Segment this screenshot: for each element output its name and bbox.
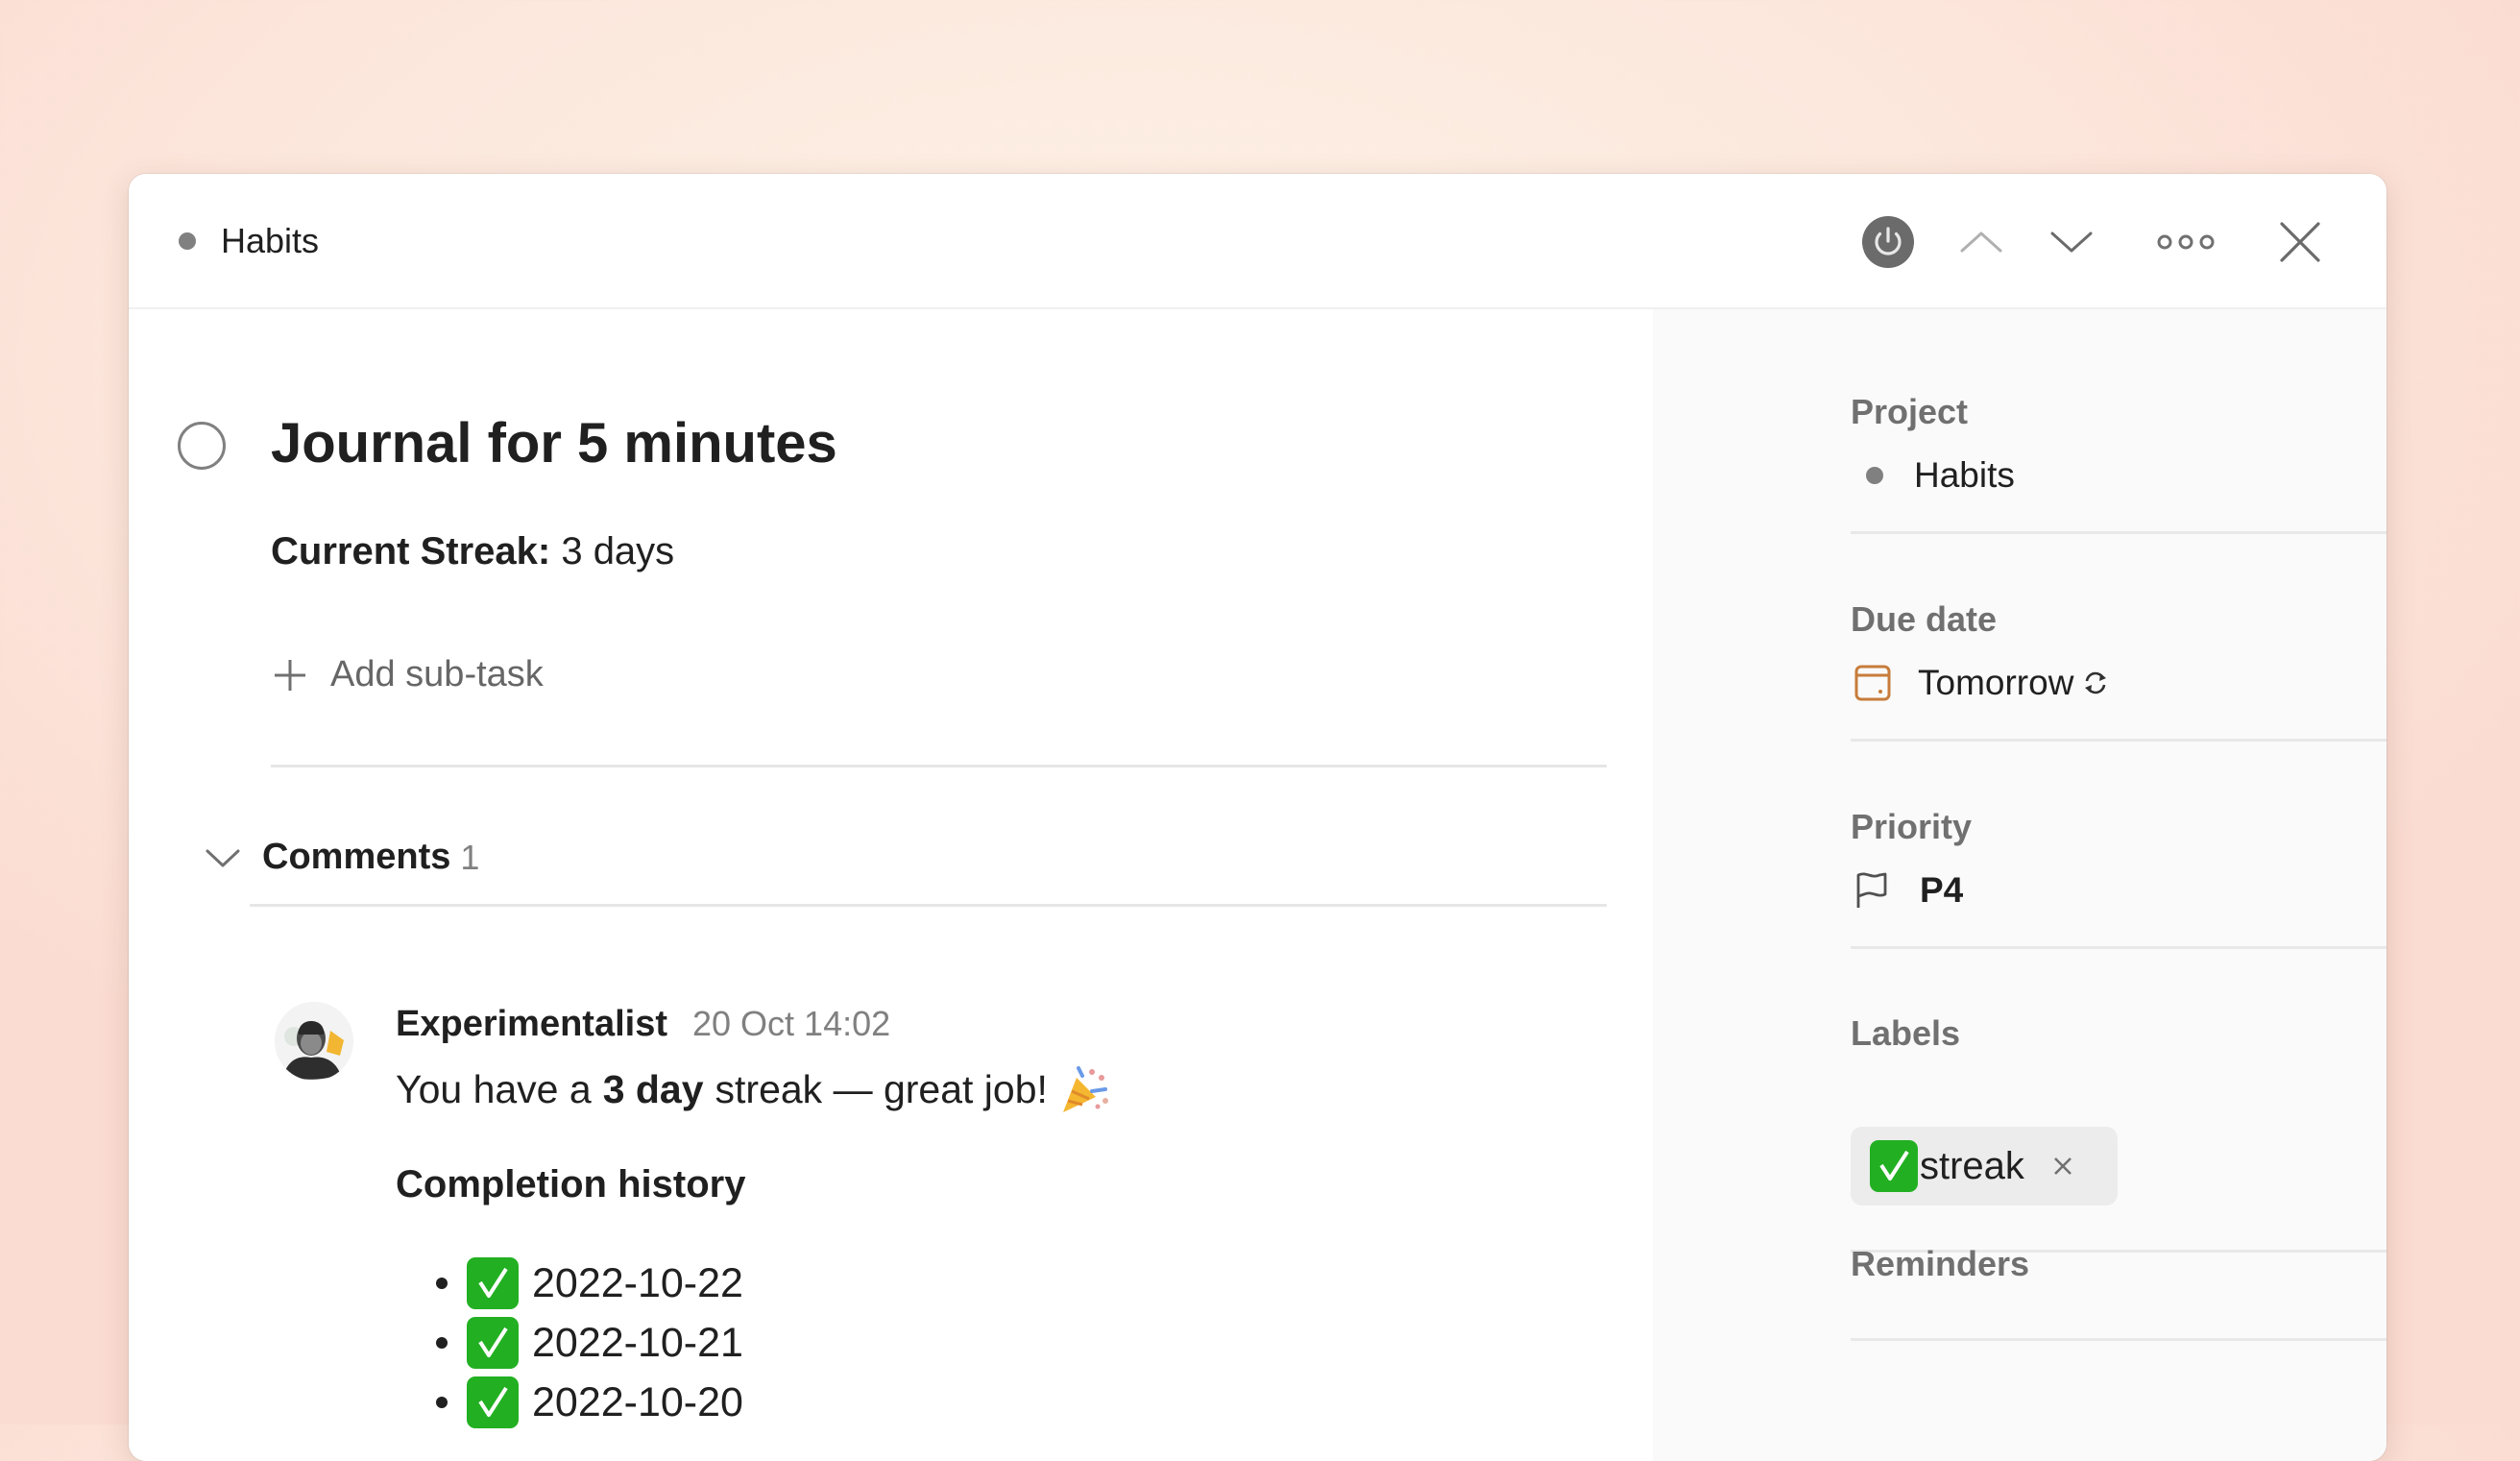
- project-dot-icon: [1866, 467, 1883, 484]
- check-mark-button-icon: [467, 1376, 519, 1428]
- more-actions-button[interactable]: [2156, 212, 2216, 272]
- divider: [1851, 531, 2387, 534]
- more-icon: [2157, 234, 2215, 250]
- comment-text: You have a 3 day streak — great job!: [396, 1062, 1111, 1116]
- previous-task-button[interactable]: [1951, 212, 2011, 272]
- divider: [1851, 739, 2387, 742]
- comment-text-post: streak — great job!: [715, 1066, 1048, 1111]
- comment-timestamp: 20 Oct 14:02: [692, 1004, 891, 1043]
- comment-text-bold: 3 day: [602, 1066, 704, 1111]
- check-mark-button-icon: [467, 1257, 519, 1309]
- calendar-icon: [1854, 665, 1891, 701]
- history-item: 2022-10-21: [436, 1313, 743, 1373]
- due-date-selector[interactable]: Tomorrow: [1851, 663, 2110, 703]
- task-detail-window: Habits Journal for 5 minutes Current Str…: [129, 174, 2387, 1461]
- project-value: Habits: [1914, 455, 2015, 495]
- recurring-icon: [2085, 671, 2107, 694]
- history-item: 2022-10-22: [436, 1254, 743, 1313]
- priority-label: Priority: [1851, 807, 1973, 846]
- divider: [1851, 1338, 2387, 1341]
- history-item: 2022-10-20: [436, 1373, 743, 1432]
- check-mark-button-icon: [1870, 1140, 1918, 1192]
- due-date-label: Due date: [1851, 599, 1998, 639]
- party-popper-icon: [1062, 1066, 1108, 1112]
- task-main-panel: Journal for 5 minutes Current Streak: 3 …: [129, 309, 1653, 1461]
- task-sidebar: Project Habits Due date Tomorrow Priorit…: [1653, 309, 2387, 1461]
- project-section: Project Habits: [1851, 392, 2387, 534]
- focus-timer-button[interactable]: [1858, 212, 1918, 272]
- priority-selector[interactable]: P4: [1851, 870, 1963, 911]
- due-date-value: Tomorrow: [1918, 663, 2074, 702]
- label-chip-text: streak: [1920, 1144, 2024, 1187]
- close-button[interactable]: [2270, 212, 2330, 272]
- check-mark-button-icon: [467, 1317, 519, 1369]
- chevron-up-icon: [1960, 231, 2002, 253]
- history-date: 2022-10-22: [532, 1259, 743, 1306]
- next-task-button[interactable]: [2042, 212, 2101, 272]
- history-date: 2022-10-21: [532, 1319, 743, 1366]
- priority-section: Priority P4: [1851, 807, 2387, 949]
- remove-label-icon[interactable]: [2049, 1153, 2076, 1180]
- comment-text-pre: You have a: [396, 1066, 592, 1111]
- due-date-section: Due date Tomorrow: [1851, 599, 2387, 742]
- priority-value: P4: [1920, 870, 1964, 910]
- label-chip-streak[interactable]: streak: [1851, 1127, 2118, 1205]
- reminders-label: Reminders: [1851, 1244, 2030, 1283]
- flag-icon: [1856, 872, 1887, 908]
- comment-header: Experimentalist 20 Oct 14:02: [396, 1004, 890, 1045]
- close-icon: [2280, 222, 2320, 262]
- completion-history-list: 2022-10-22 2022-10-21 2022-10-20: [436, 1254, 743, 1432]
- project-selector[interactable]: Habits: [1851, 455, 2015, 496]
- completion-history-heading: Completion history: [396, 1163, 746, 1205]
- chevron-down-icon: [2050, 231, 2093, 253]
- project-label: Project: [1851, 392, 1969, 431]
- avatar-image: [275, 1002, 353, 1081]
- bullet: [436, 1397, 448, 1408]
- comment-item: Experimentalist 20 Oct 14:02 You have a …: [129, 174, 1653, 1428]
- labels-label: Labels: [1851, 1013, 1961, 1053]
- bullet: [436, 1278, 448, 1289]
- history-date: 2022-10-20: [532, 1378, 743, 1425]
- reminders-section: Reminders: [1851, 1244, 2387, 1341]
- comment-author[interactable]: Experimentalist: [396, 1004, 667, 1045]
- power-icon: [1862, 216, 1914, 268]
- labels-section: Labels streak: [1851, 1013, 2387, 1253]
- divider: [1851, 946, 2387, 949]
- avatar[interactable]: [275, 1002, 353, 1081]
- bullet: [436, 1337, 448, 1349]
